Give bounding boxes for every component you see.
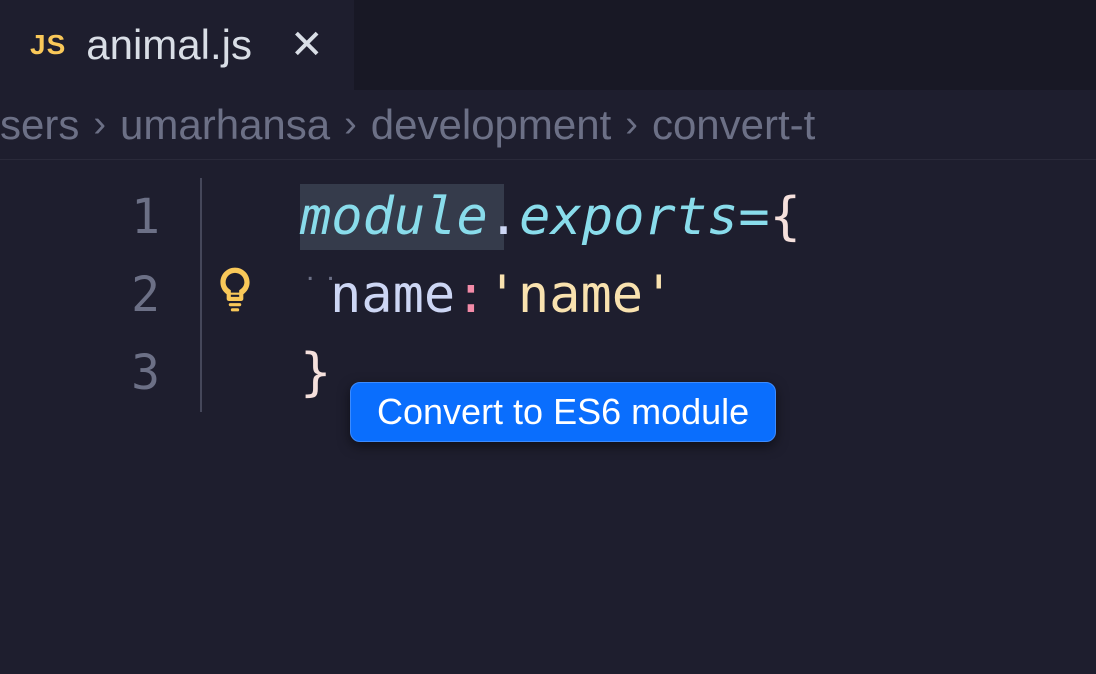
- gutter: [200, 334, 300, 412]
- code-content[interactable]: name: 'name': [300, 265, 674, 325]
- breadcrumb[interactable]: sers › umarhansa › development › convert…: [0, 90, 1096, 160]
- quickfix-popup: Convert to ES6 module: [350, 382, 776, 442]
- line-number: 1: [0, 189, 200, 245]
- breadcrumb-part[interactable]: umarhansa: [120, 101, 330, 149]
- breadcrumb-part[interactable]: development: [371, 101, 612, 149]
- gutter: [200, 256, 300, 334]
- token-string: 'name': [487, 265, 675, 325]
- lightbulb-icon[interactable]: [210, 264, 260, 327]
- code-content[interactable]: }: [300, 343, 331, 403]
- close-icon[interactable]: ✕: [290, 22, 324, 68]
- chevron-right-icon: ›: [625, 103, 638, 146]
- token-identifier: exports: [519, 187, 738, 247]
- line-number: 2: [0, 267, 200, 323]
- token-colon: :: [455, 265, 486, 325]
- code-content[interactable]: module.exports = {: [300, 187, 801, 247]
- token-operator: =: [738, 187, 769, 247]
- token-key: name: [330, 265, 455, 325]
- token-brace: }: [300, 343, 331, 403]
- gutter: [200, 178, 300, 256]
- tab-bar: JS animal.js ✕: [0, 0, 1096, 90]
- breadcrumb-part[interactable]: convert-t: [652, 101, 815, 149]
- chevron-right-icon: ›: [93, 103, 106, 146]
- underline-hint: ..: [306, 254, 347, 288]
- js-file-icon: JS: [30, 29, 66, 61]
- breadcrumb-part[interactable]: sers: [0, 101, 79, 149]
- tab-filename: animal.js: [86, 21, 252, 69]
- quickfix-option[interactable]: Convert to ES6 module: [377, 391, 749, 433]
- code-line[interactable]: 2 name: 'name': [0, 256, 1096, 334]
- token-punct: .: [488, 187, 519, 247]
- code-line[interactable]: 1 module.exports = {: [0, 178, 1096, 256]
- code-editor[interactable]: .. 1 module.exports = { 2 name: 'name' 3…: [0, 160, 1096, 412]
- editor-tab[interactable]: JS animal.js ✕: [0, 0, 354, 90]
- line-number: 3: [0, 345, 200, 401]
- chevron-right-icon: ›: [344, 103, 357, 146]
- token-identifier: module: [300, 187, 488, 247]
- token-brace: {: [770, 187, 801, 247]
